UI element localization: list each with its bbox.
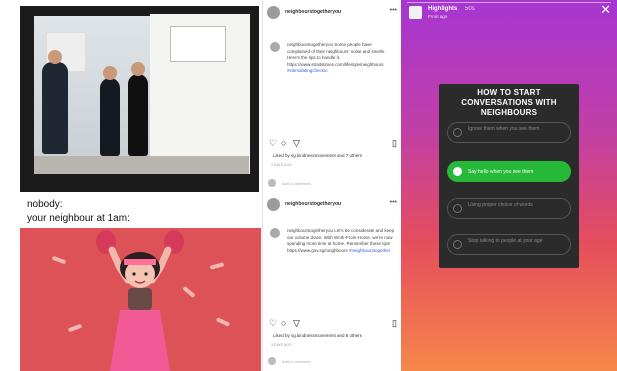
story-subtitle: From ago bbox=[428, 14, 448, 19]
radio-icon bbox=[453, 240, 462, 249]
instagram-story[interactable]: Highlights 50s From ago ✕ HOW TO START C… bbox=[401, 0, 617, 371]
liked-by-text[interactable]: Liked by sg.kindnessmovement and 8 other… bbox=[273, 333, 398, 338]
meme-caption-bottom: your neighbour at 1am: bbox=[27, 213, 130, 224]
post-caption-text: neighbourstogetheryou Some people have c… bbox=[287, 42, 386, 67]
more-options-icon[interactable]: ••• bbox=[390, 7, 397, 14]
share-icon[interactable]: ▽ bbox=[293, 318, 300, 328]
instagram-post: neighbourstogetheryou ••• neighbourstoge… bbox=[263, 194, 401, 371]
quiz-title: HOW TO START CONVERSATIONS WITH NEIGHBOU… bbox=[461, 88, 557, 117]
instagram-feed[interactable]: neighbourstogetheryou ••• neighbourstoge… bbox=[262, 0, 400, 371]
screenshot-collage: nobody: your neighbour at 1am: neighbour… bbox=[0, 0, 617, 371]
comment-icon[interactable]: ○ bbox=[281, 138, 286, 148]
heart-icon[interactable]: ♡ bbox=[269, 138, 277, 148]
comment-icon[interactable]: ○ bbox=[281, 318, 286, 328]
radio-checked-icon bbox=[453, 167, 462, 176]
post-caption: neighbourstogetheryou Let's be considera… bbox=[287, 228, 395, 254]
comment-avatar bbox=[268, 357, 276, 365]
caption-avatar bbox=[270, 228, 280, 238]
bookmark-icon[interactable]: ▯ bbox=[392, 138, 397, 148]
instagram-post: neighbourstogetheryou ••• neighbourstoge… bbox=[263, 0, 401, 190]
quiz-option[interactable]: Stop talking to people at your age bbox=[447, 234, 571, 255]
quiz-sticker: HOW TO START CONVERSATIONS WITH NEIGHBOU… bbox=[439, 84, 579, 268]
post-username[interactable]: neighbourstogetheryou bbox=[285, 201, 341, 207]
post-avatar[interactable] bbox=[267, 198, 280, 211]
close-icon[interactable]: ✕ bbox=[600, 3, 611, 16]
post-actions: ♡ ○ ▽ ▯ bbox=[269, 138, 397, 148]
post-hashtag[interactable]: #intimidatingcheckin bbox=[287, 68, 328, 73]
liked-by-text[interactable]: Liked by sg.kindnessmovement and 7 other… bbox=[273, 153, 398, 158]
story-username[interactable]: Highlights 50s bbox=[428, 6, 475, 12]
quiz-option-label: Ignore them when you see them bbox=[468, 126, 540, 132]
post-actions: ♡ ○ ▽ ▯ bbox=[269, 318, 397, 328]
share-icon[interactable]: ▽ bbox=[293, 138, 300, 148]
comment-input[interactable]: Add a comment... bbox=[282, 359, 313, 364]
video-still-photo bbox=[20, 6, 259, 192]
story-progress-bar bbox=[407, 2, 611, 3]
quiz-option[interactable]: Ignore them when you see them bbox=[447, 122, 571, 143]
meme-caption-top: nobody: bbox=[27, 199, 63, 210]
dancing-character-illustration bbox=[20, 228, 261, 371]
radio-icon bbox=[453, 204, 462, 213]
meme-panel: nobody: your neighbour at 1am: bbox=[0, 0, 262, 371]
quiz-option-label: Using proper choice of words bbox=[468, 202, 533, 208]
post-timestamp: 3 DAYS AGO bbox=[271, 343, 292, 347]
more-options-icon[interactable]: ••• bbox=[390, 199, 397, 206]
post-timestamp: 3 DAYS AGO bbox=[271, 163, 292, 167]
post-hashtag[interactable]: #neighbourstogether bbox=[349, 248, 390, 253]
post-avatar[interactable] bbox=[267, 6, 280, 19]
caption-avatar bbox=[270, 42, 280, 52]
post-caption: neighbourstogetheryou Some people have c… bbox=[287, 42, 395, 75]
story-avatar[interactable] bbox=[409, 6, 422, 19]
add-comment-row[interactable]: Add a comment... bbox=[268, 179, 398, 189]
post-username[interactable]: neighbourstogetheryou bbox=[285, 9, 341, 15]
quiz-option[interactable]: Using proper choice of words bbox=[447, 198, 571, 219]
comment-input[interactable]: Add a comment... bbox=[282, 181, 313, 186]
radio-icon bbox=[453, 128, 462, 137]
heart-icon[interactable]: ♡ bbox=[269, 318, 277, 328]
quiz-option-label: Stop talking to people at your age bbox=[468, 238, 543, 244]
quiz-option-selected[interactable]: Say hello when you see them bbox=[447, 161, 571, 182]
bookmark-icon[interactable]: ▯ bbox=[392, 318, 397, 328]
add-comment-row[interactable]: Add a comment... bbox=[268, 357, 398, 367]
comment-avatar bbox=[268, 179, 276, 187]
quiz-option-label: Say hello when you see them bbox=[468, 169, 534, 175]
story-time: 50s bbox=[465, 6, 475, 12]
